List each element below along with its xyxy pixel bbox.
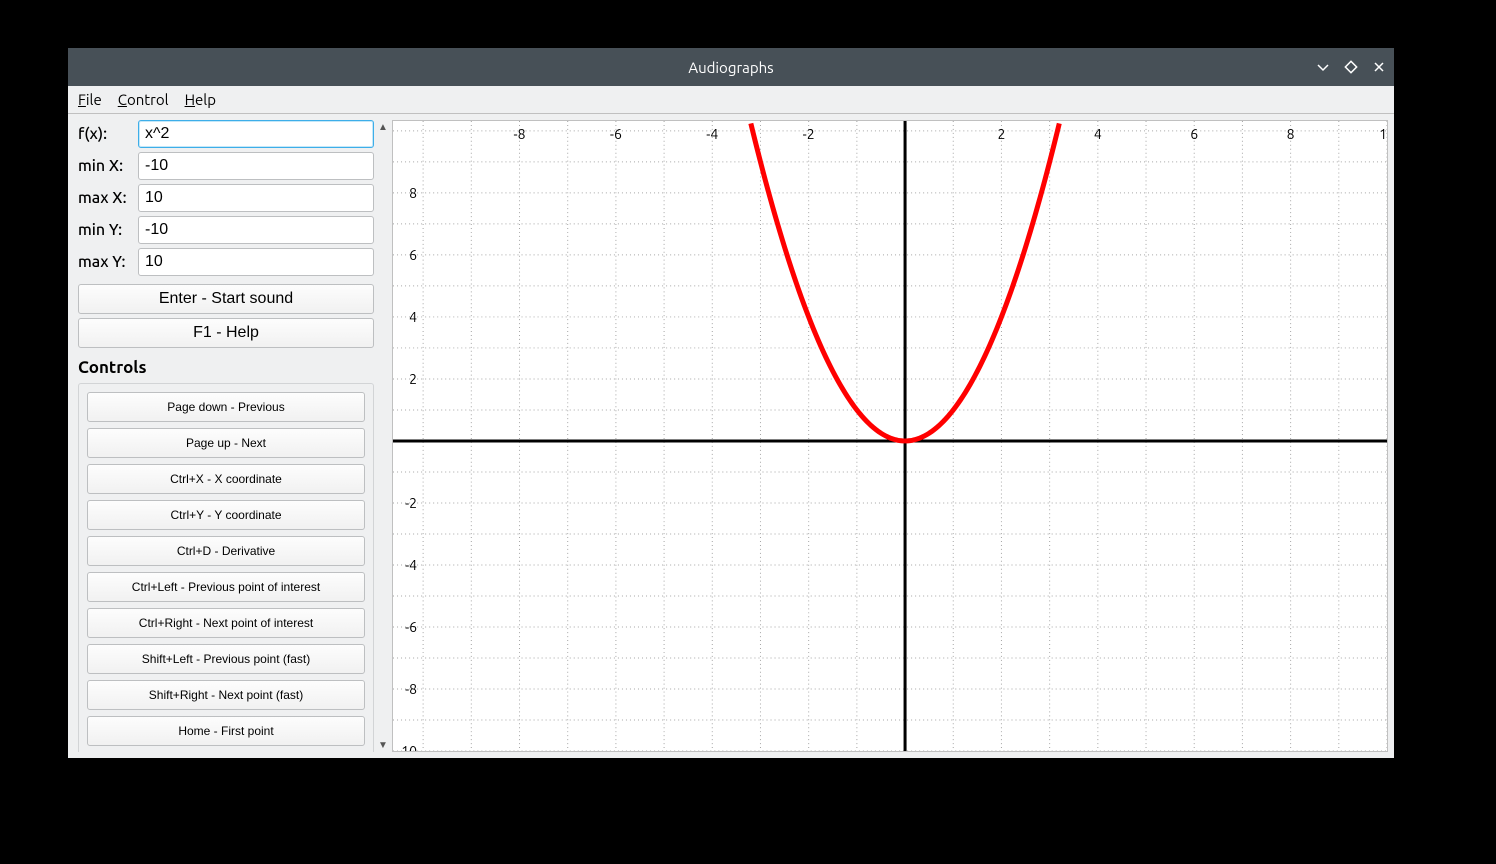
titlebar: Audiographs — [68, 48, 1394, 86]
input-fx[interactable] — [138, 120, 374, 148]
ctrl-left-prev-poi[interactable]: Ctrl+Left - Previous point of interest — [87, 572, 365, 602]
ctrl-shift-right-next-fast[interactable]: Shift+Right - Next point (fast) — [87, 680, 365, 710]
svg-text:4: 4 — [1094, 126, 1102, 142]
ctrl-home-first-point[interactable]: Home - First point — [87, 716, 365, 746]
sidebar-wrap: f(x): min X: max X: min Y: max Y: — [68, 114, 392, 758]
svg-text:-6: -6 — [405, 619, 417, 635]
field-minx: min X: — [78, 152, 374, 180]
svg-text:6: 6 — [1190, 126, 1198, 142]
svg-text:-4: -4 — [405, 557, 417, 573]
svg-text:2: 2 — [997, 126, 1005, 142]
window-title: Audiographs — [688, 59, 773, 76]
svg-text:-2: -2 — [405, 495, 417, 511]
sidebar-scrollbar[interactable]: ▲ ▼ — [376, 120, 390, 752]
ctrl-d-derivative[interactable]: Ctrl+D - Derivative — [87, 536, 365, 566]
label-miny: min Y: — [78, 221, 138, 239]
function-plot: -8 -6 -4 -2 2 4 6 8 10 -10 -8 -6 -4 -2 2 4 6 8 — [392, 120, 1388, 752]
ctrl-y-coordinate[interactable]: Ctrl+Y - Y coordinate — [87, 500, 365, 530]
menu-file[interactable]: File — [78, 91, 102, 108]
scroll-up-icon[interactable]: ▲ — [378, 122, 388, 132]
svg-text:-10: -10 — [397, 743, 417, 752]
label-minx: min X: — [78, 157, 138, 175]
f1-help-button[interactable]: F1 - Help — [78, 318, 374, 348]
input-miny[interactable] — [138, 216, 374, 244]
label-fx: f(x): — [78, 125, 138, 143]
enter-start-sound-button[interactable]: Enter - Start sound — [78, 284, 374, 314]
label-maxx: max X: — [78, 189, 138, 207]
sidebar: f(x): min X: max X: min Y: max Y: — [78, 120, 376, 752]
controls-box: Page down - Previous Page up - Next Ctrl… — [78, 383, 374, 752]
ctrl-shift-left-prev-fast[interactable]: Shift+Left - Previous point (fast) — [87, 644, 365, 674]
window-controls — [1316, 48, 1386, 86]
svg-text:-8: -8 — [514, 126, 526, 142]
label-maxy: max Y: — [78, 253, 138, 271]
plot-area: -8 -6 -4 -2 2 4 6 8 10 -10 -8 -6 -4 -2 2 4 6 8 — [392, 114, 1394, 758]
field-fx: f(x): — [78, 120, 374, 148]
field-maxy: max Y: — [78, 248, 374, 276]
svg-text:6: 6 — [409, 247, 417, 263]
svg-text:10: 10 — [1379, 126, 1388, 142]
content: f(x): min X: max X: min Y: max Y: — [68, 114, 1394, 758]
svg-text:8: 8 — [1287, 126, 1295, 142]
svg-text:-2: -2 — [803, 126, 815, 142]
svg-text:-4: -4 — [706, 126, 718, 142]
close-icon[interactable] — [1372, 60, 1386, 74]
minimize-icon[interactable] — [1316, 60, 1330, 74]
field-miny: min Y: — [78, 216, 374, 244]
input-maxy[interactable] — [138, 248, 374, 276]
scroll-down-icon[interactable]: ▼ — [378, 740, 388, 750]
svg-text:4: 4 — [409, 309, 417, 325]
input-minx[interactable] — [138, 152, 374, 180]
svg-text:-8: -8 — [405, 681, 417, 697]
controls-header: Controls — [78, 358, 374, 377]
app-window: Audiographs File Control Help f(x): — [68, 48, 1394, 758]
menubar: File Control Help — [68, 86, 1394, 114]
ctrl-page-down-previous[interactable]: Page down - Previous — [87, 392, 365, 422]
maximize-icon[interactable] — [1344, 60, 1358, 74]
svg-text:-6: -6 — [610, 126, 622, 142]
ctrl-right-next-poi[interactable]: Ctrl+Right - Next point of interest — [87, 608, 365, 638]
svg-text:8: 8 — [409, 185, 417, 201]
menu-control[interactable]: Control — [118, 91, 169, 108]
input-maxx[interactable] — [138, 184, 374, 212]
ctrl-x-coordinate[interactable]: Ctrl+X - X coordinate — [87, 464, 365, 494]
svg-text:2: 2 — [409, 371, 417, 387]
menu-help[interactable]: Help — [185, 91, 216, 108]
ctrl-page-up-next[interactable]: Page up - Next — [87, 428, 365, 458]
field-maxx: max X: — [78, 184, 374, 212]
